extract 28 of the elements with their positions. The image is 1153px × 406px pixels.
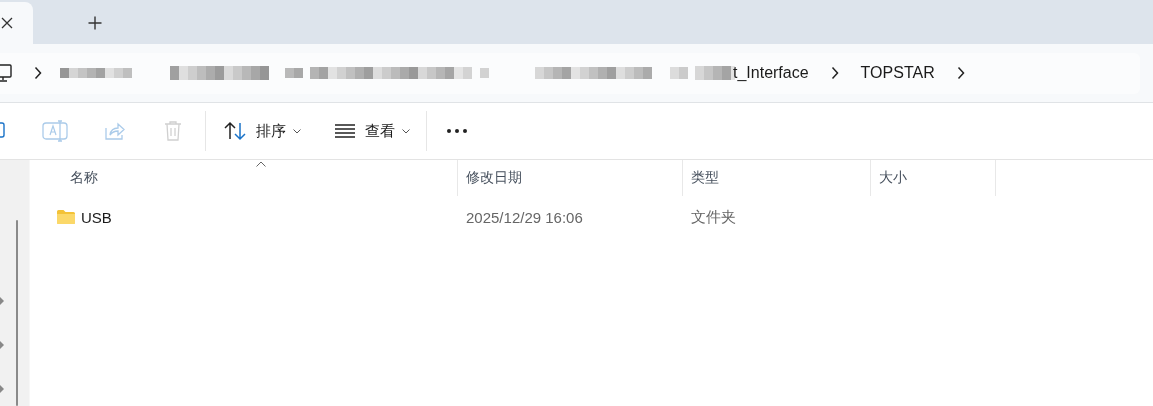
more-icon[interactable] — [447, 129, 467, 133]
sort-button[interactable]: 排序 — [224, 113, 301, 149]
monitor-icon[interactable] — [0, 63, 12, 83]
expand-arrow-icon[interactable] — [0, 385, 4, 393]
column-header[interactable]: 修改日期 — [458, 160, 683, 196]
chevron-right-icon[interactable] — [34, 66, 42, 80]
list-lines-icon[interactable] — [335, 124, 355, 138]
chevron-right-icon[interactable] — [956, 66, 965, 80]
breadcrumb-item[interactable]: TOPSTAR — [860, 64, 935, 82]
dropdown-caret-icon[interactable] — [293, 128, 301, 134]
file-name[interactable]: USB — [81, 208, 112, 226]
breadcrumb-item[interactable]: t_Interface — [733, 64, 809, 82]
chevron-right-icon[interactable] — [830, 66, 839, 80]
table-cell-text: 文件夹 — [690, 207, 737, 227]
expand-arrow-icon[interactable] — [0, 341, 4, 349]
sort-ascending-icon — [255, 161, 266, 167]
expand-arrow-icon[interactable] — [0, 297, 4, 305]
plus-icon[interactable] — [88, 16, 102, 30]
close-icon[interactable] — [1, 17, 13, 29]
column-header[interactable]: 大小 — [871, 160, 996, 196]
scrollbar-thumb[interactable] — [16, 220, 18, 406]
view-button[interactable]: 查看 — [335, 113, 410, 149]
column-header[interactable]: 名称 — [30, 160, 458, 196]
address-bar[interactable]: t_Interface TOPSTAR — [0, 52, 1140, 94]
dropdown-caret-icon[interactable] — [402, 128, 410, 134]
table-cell-text: 2025/12/29 16:06 — [465, 208, 584, 226]
column-header[interactable]: 类型 — [683, 160, 871, 196]
sort-arrows-icon[interactable] — [224, 121, 246, 141]
